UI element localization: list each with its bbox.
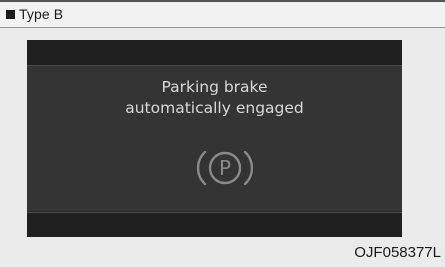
type-header: Type B	[0, 3, 445, 28]
warning-message: Parking brake automatically engaged	[27, 77, 402, 119]
figure-code: OJF058377L	[354, 244, 441, 261]
type-label-text: Type B	[19, 6, 64, 22]
top-rule	[0, 0, 445, 2]
type-label: Type B	[6, 6, 63, 22]
cluster-display: Parking brake automatically engaged P	[27, 40, 402, 237]
message-line-2: automatically engaged	[125, 99, 304, 117]
square-bullet-icon	[6, 10, 15, 19]
message-line-1: Parking brake	[161, 78, 268, 96]
display-bottom-band	[27, 212, 402, 237]
parking-brake-icon: P	[196, 150, 254, 186]
parking-brake-letter: P	[219, 156, 231, 180]
display-top-band	[27, 40, 402, 66]
